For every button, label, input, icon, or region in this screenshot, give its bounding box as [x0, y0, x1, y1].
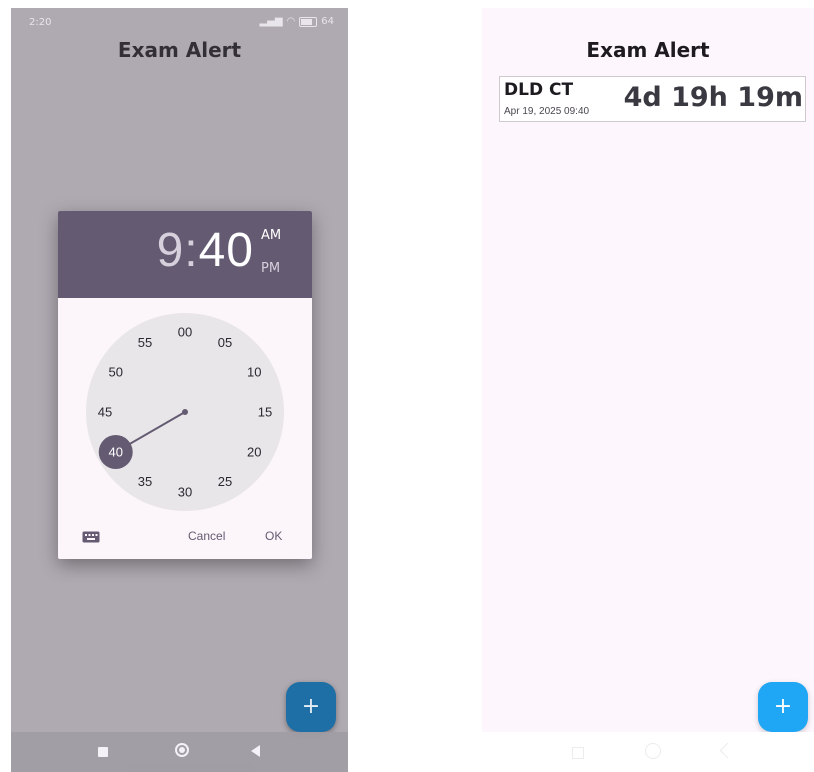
left-phone-screen: Exam Alert 2:20 ▂▄▆ ◠ 64 + 9:40 AM PM 00… [11, 8, 348, 772]
clock-label-35[interactable]: 35 [138, 474, 152, 489]
exam-name: DLD CT [504, 80, 574, 100]
time-picker-dialog: 9:40 AM PM 00 05 10 15 20 25 30 35 40 45 50 55 Canc… [58, 211, 312, 559]
keyboard-icon[interactable] [82, 531, 100, 543]
minute-display[interactable]: 40 [199, 224, 254, 277]
status-time: 2:20 [29, 17, 52, 28]
hour-display[interactable]: 9 [157, 224, 185, 277]
status-icons: ▂▄▆ ◠ 64 [259, 16, 334, 27]
clock-label-25[interactable]: 25 [218, 474, 232, 489]
battery-icon [299, 16, 318, 27]
recents-icon[interactable] [98, 747, 108, 757]
clock-label-15[interactable]: 15 [258, 405, 272, 420]
battery-level: 64 [321, 16, 334, 27]
clock-dial[interactable]: 00 05 10 15 20 25 30 35 40 45 50 55 [86, 313, 284, 511]
time-display: 9:40 [157, 223, 254, 278]
right-phone-screen: Exam Alert DLD CT Apr 19, 2025 09:40 4d … [482, 8, 814, 772]
home-icon[interactable] [645, 743, 661, 759]
add-exam-button[interactable]: + [758, 682, 808, 732]
clock-label-50[interactable]: 50 [108, 365, 122, 380]
app-title: Exam Alert [586, 38, 710, 62]
clock-label-40[interactable]: 40 [108, 445, 122, 460]
home-icon[interactable] [175, 743, 189, 757]
ok-button[interactable]: OK [265, 529, 282, 543]
clock-label-45[interactable]: 45 [98, 405, 112, 420]
clock-label-55[interactable]: 55 [138, 335, 152, 350]
cancel-button[interactable]: Cancel [188, 529, 225, 543]
back-icon[interactable] [719, 742, 736, 759]
clock-label-30[interactable]: 30 [178, 485, 192, 500]
system-nav-bar [482, 732, 814, 772]
clock-center-dot [182, 409, 188, 415]
exam-countdown: 4d 19h 19m [623, 82, 803, 113]
time-picker-header: 9:40 AM PM [58, 211, 312, 298]
signal-icon: ▂▄▆ [259, 16, 283, 27]
am-toggle[interactable]: AM [261, 228, 281, 243]
clock-label-05[interactable]: 05 [218, 335, 232, 350]
clock-label-00[interactable]: 00 [178, 325, 192, 340]
pm-toggle[interactable]: PM [261, 261, 280, 276]
time-separator: : [184, 224, 199, 277]
back-icon[interactable] [251, 745, 260, 757]
exam-card[interactable]: DLD CT Apr 19, 2025 09:40 4d 19h 19m [499, 76, 806, 122]
system-nav-bar [11, 732, 348, 772]
clock-label-10[interactable]: 10 [247, 365, 261, 380]
clock-label-20[interactable]: 20 [247, 445, 261, 460]
add-exam-button[interactable]: + [286, 682, 336, 732]
exam-date: Apr 19, 2025 09:40 [504, 106, 590, 117]
wifi-icon: ◠ [286, 16, 296, 27]
recents-icon[interactable] [572, 747, 584, 759]
